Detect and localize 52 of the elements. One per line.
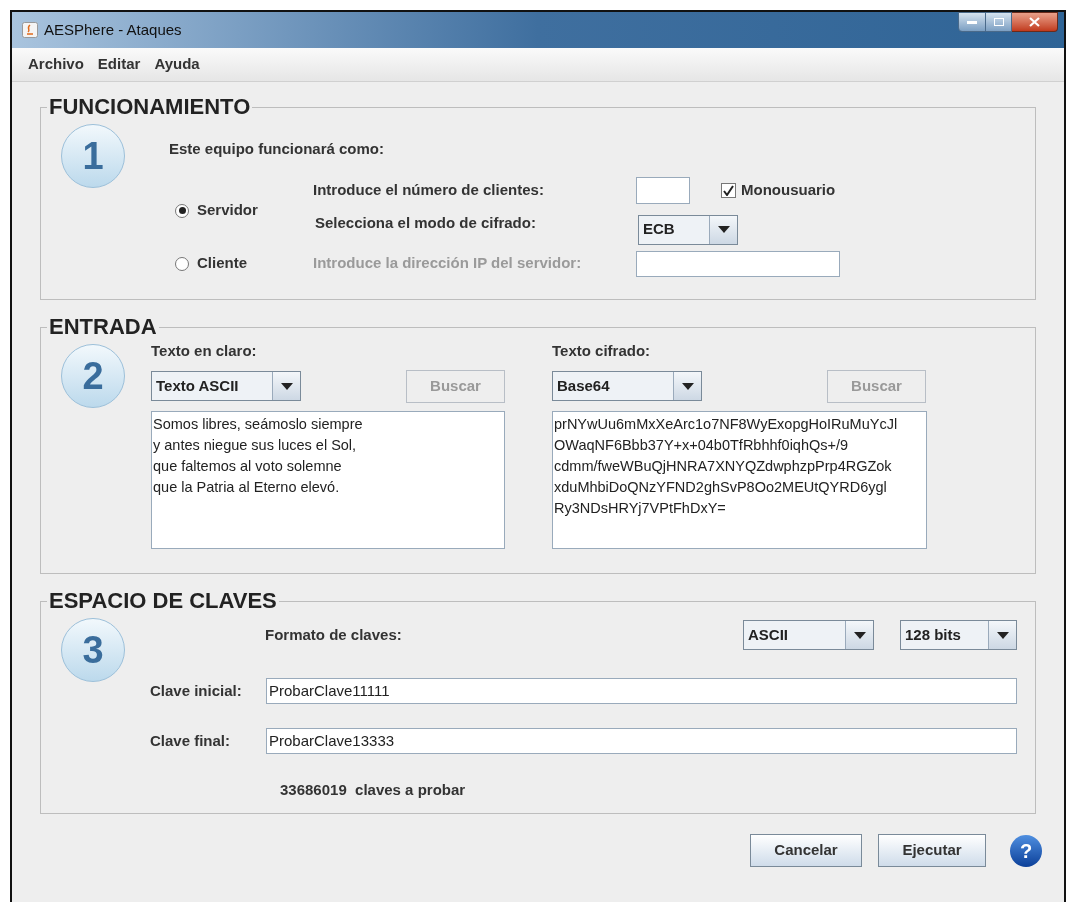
- start-key-label: Clave inicial:: [150, 680, 243, 701]
- caret-icon: [853, 631, 866, 639]
- minimize-icon: [967, 20, 977, 24]
- section-title: FUNCIONAMIENTO: [48, 94, 252, 120]
- mode-prompt: Este equipo funcionará como:: [169, 139, 386, 159]
- server-ip-field[interactable]: [636, 250, 840, 277]
- key-format-label: Formato de claves:: [265, 624, 402, 645]
- end-key-label: Clave final:: [150, 730, 232, 751]
- minimize-button[interactable]: [958, 12, 986, 32]
- section-title: ESPACIO DE CLAVES: [48, 588, 278, 614]
- key-size-dropdown[interactable]: 128 bits: [900, 620, 1017, 650]
- window-title: AESPhere - Ataques: [44, 19, 182, 40]
- maximize-button[interactable]: [986, 12, 1012, 32]
- end-key-field[interactable]: ProbarClave13333: [266, 728, 1017, 754]
- key-count: 33686019 claves a probar: [280, 781, 466, 798]
- clients-field[interactable]: [636, 177, 690, 204]
- monousuario-label[interactable]: Monousuario: [741, 179, 836, 202]
- text-format-label: Texto en claro:: [151, 341, 258, 361]
- clients-label: Introduce el número de clientes:: [313, 180, 545, 201]
- caret-icon: [280, 382, 293, 390]
- text-format-dropdown[interactable]: Base64: [552, 371, 702, 401]
- menu-item[interactable]: Editar: [97, 53, 141, 76]
- caret-icon: [996, 631, 1009, 639]
- key-format-dropdown[interactable]: ASCII: [743, 620, 874, 650]
- mode-radio[interactable]: [175, 203, 189, 218]
- text-format-label: Texto cifrado:: [552, 341, 652, 361]
- cipher-mode-dropdown[interactable]: ECB: [638, 214, 738, 245]
- dialog-button[interactable]: Cancelar: [750, 834, 862, 867]
- step-number: 3: [61, 618, 125, 682]
- cipher-mode-label: Selecciona el modo de cifrado:: [315, 213, 537, 234]
- text-area[interactable]: Somos libres, seámoslo siempre y antes niegue sus luces el Sol, que faltemos al voto solemne que la Patria al Eterno elevó.: [151, 410, 505, 549]
- step-number: 2: [61, 344, 125, 408]
- mode-label[interactable]: Cliente: [197, 252, 313, 275]
- server-ip-label: Introduce la dirección IP del servidor:: [313, 253, 583, 274]
- text-format-dropdown[interactable]: Texto ASCII: [151, 371, 301, 401]
- caret-icon: [681, 382, 694, 390]
- app-icon: [22, 22, 38, 38]
- help-button[interactable]: ?: [1010, 834, 1042, 867]
- close-icon: [1029, 17, 1040, 27]
- text-area[interactable]: prNYwUu6mMxXeArc1o7NF8WyExopgHoIRuMuYcJl OWaqNF6Bbb37Y+x+04b0TfRbhhf0iqhQs+/9 cdmm/fweWBuQjHNRA7XNYQZdwphzpPrp4RGZok xduMhbiDoQNzYFND2ghSvP8Oo2MEUtQYRD6ygl Ry3NDsHRYj7VPtFhDxY=: [552, 410, 927, 549]
- mode-radio[interactable]: [175, 256, 189, 271]
- mode-label[interactable]: Servidor: [197, 199, 313, 222]
- menu-item[interactable]: Archivo: [28, 53, 84, 76]
- section-title: ENTRADA: [48, 314, 158, 340]
- menu-item[interactable]: Ayuda: [154, 53, 200, 76]
- maximize-icon: [993, 18, 1004, 26]
- caret-icon: [717, 226, 730, 233]
- step-number: 1: [61, 124, 125, 188]
- dialog-button[interactable]: Ejecutar: [878, 834, 986, 867]
- close-button[interactable]: [1012, 12, 1058, 32]
- start-key-field[interactable]: ProbarClave11111: [266, 678, 1017, 704]
- monousuario-checkbox[interactable]: [721, 183, 736, 198]
